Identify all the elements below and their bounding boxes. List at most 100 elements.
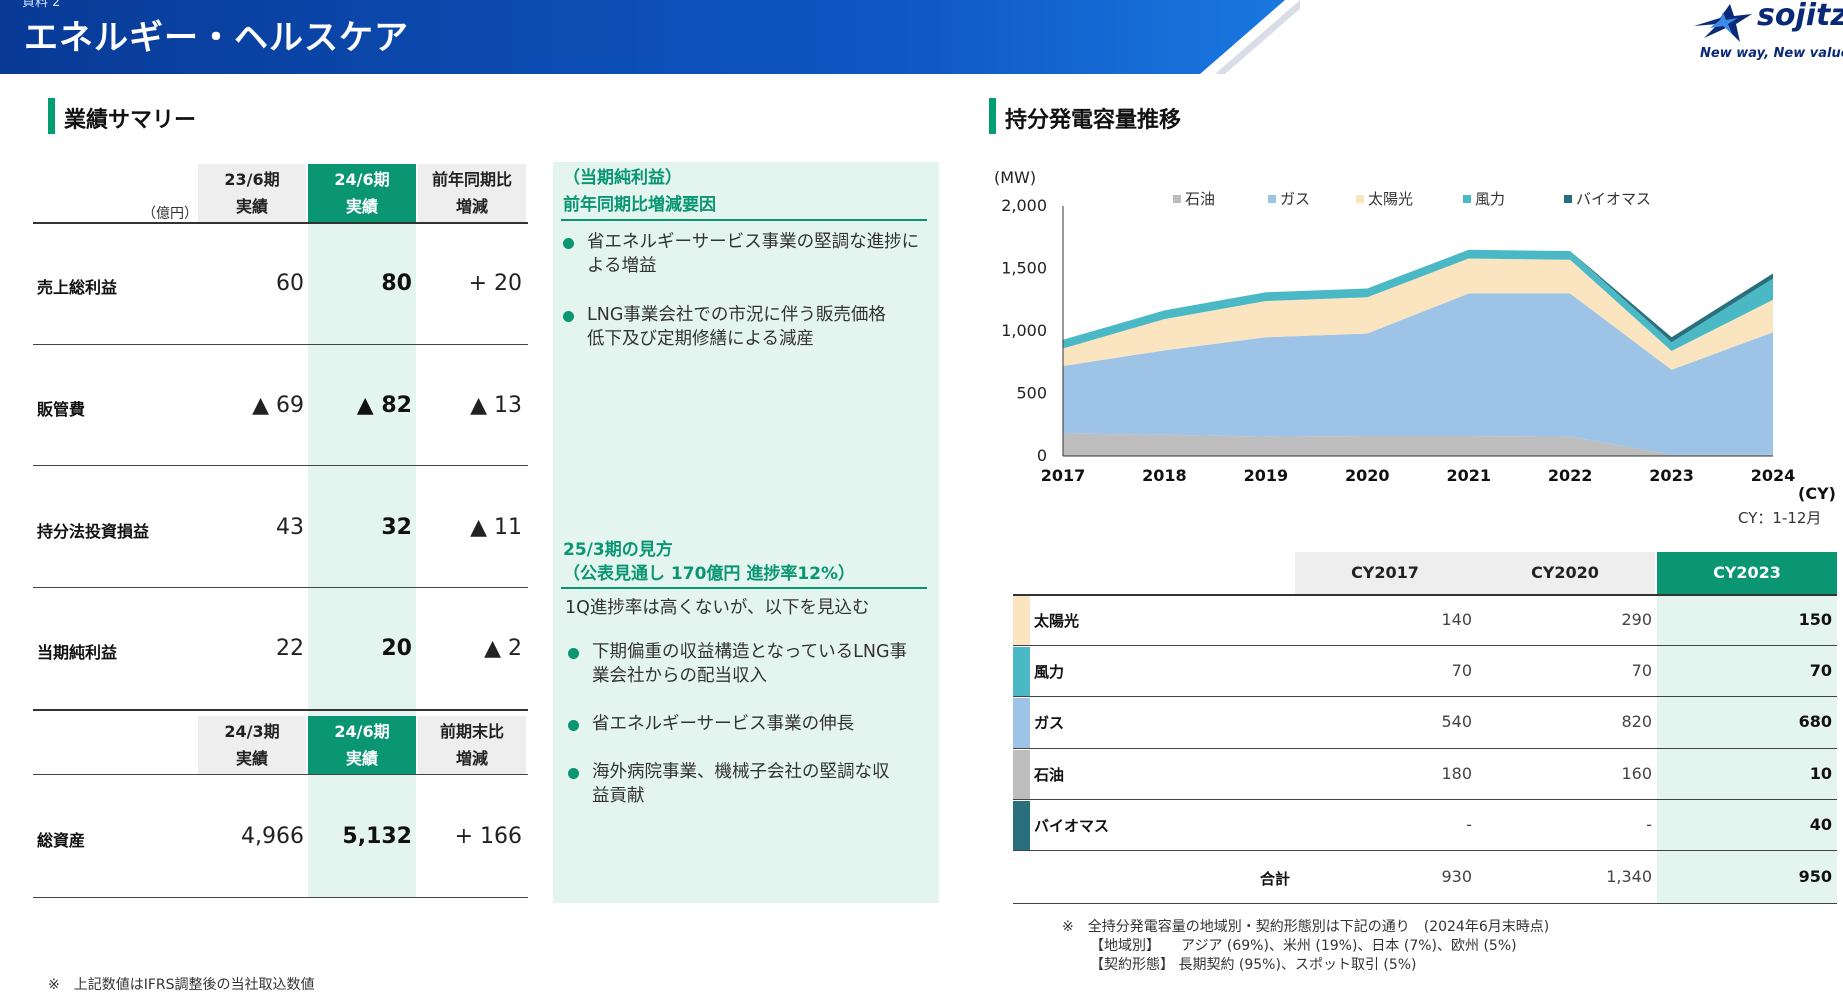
note-line: 【契約形態】 長期契約 (95%)、スポット取引 (5%): [1090, 957, 1417, 973]
current-column-band: [308, 222, 416, 898]
column-header-period-diff: 前期末比 増減: [418, 716, 526, 774]
y-tick-label: 0: [1037, 446, 1047, 465]
category-color-swatch: [1013, 647, 1030, 697]
value-cy2020: 160: [1621, 763, 1652, 783]
x-tick-label: 2018: [1142, 466, 1187, 485]
value-cy2017: 540: [1441, 712, 1472, 732]
y-tick-label: 1,000: [1001, 321, 1047, 340]
x-tick-label: 2024: [1751, 466, 1796, 485]
legend-swatch: [1173, 195, 1181, 203]
category-label: バイオマス: [1034, 816, 1110, 835]
legend-swatch: [1268, 195, 1276, 203]
col-cy2020: CY2020: [1531, 563, 1599, 582]
row-label-gross-profit: 売上総利益: [37, 278, 118, 297]
slide-tag: 資料 2: [22, 0, 61, 10]
comment2-underline: [561, 587, 927, 589]
x-tick-label: 2017: [1041, 466, 1086, 485]
x-tick-label: 2023: [1649, 466, 1694, 485]
note-line: ※ 全持分発電容量の地域別・契約形態別は下記の通り (2024年6月末時点): [1062, 919, 1550, 935]
category-color-swatch: [1013, 800, 1030, 850]
value-diff: ▲ 11: [470, 515, 522, 540]
value-current: 5,132: [342, 824, 412, 849]
value-cy2020: -: [1646, 814, 1652, 834]
row-label-equity-method: 持分法投資損益: [37, 522, 150, 541]
row-divider: [1013, 696, 1837, 698]
summary-heading: 業績サマリー: [64, 108, 197, 133]
category-label: 石油: [1034, 765, 1065, 784]
comment1-title-line1: （当期純利益）: [563, 168, 682, 188]
value-cy2017: 140: [1441, 610, 1472, 629]
category-color-swatch: [1013, 596, 1030, 646]
bullet-icon: [563, 311, 574, 322]
value-diff: ▲ 2: [484, 636, 522, 661]
row-divider: [33, 774, 528, 775]
value-cy2020: 820: [1621, 712, 1652, 732]
row-divider: [1013, 645, 1837, 647]
comment2-title-line1: 25/3期の見方: [563, 540, 673, 560]
comment2-item: 省エネルギーサービス事業の伸長: [592, 714, 855, 734]
category-label: ガス: [1034, 714, 1065, 733]
y-tick-label: 2,000: [1001, 196, 1047, 215]
y-tick-label: 1,500: [1001, 259, 1047, 278]
x-tick-label: 2019: [1244, 466, 1289, 485]
value-diff: ▲ 13: [470, 393, 522, 418]
category-color-swatch: [1013, 749, 1030, 799]
x-tick-label: 2020: [1345, 466, 1390, 485]
value-cy2020: 290: [1621, 610, 1652, 629]
value-cy2017: -: [1466, 814, 1472, 834]
category-label: 太陽光: [1034, 612, 1080, 630]
column-header-current-period: 24/6期 実績: [308, 716, 416, 774]
logo-text: sojitz: [1757, 0, 1843, 33]
value-prev: ▲ 69: [252, 393, 304, 418]
unit-label: （億円）: [142, 206, 198, 222]
summary-footnote: ※ 上記数値はIFRS調整後の当社取込数値: [48, 977, 315, 993]
logo-tagline: New way, New value: [1700, 46, 1843, 61]
total-cy2023: 950: [1798, 867, 1832, 886]
legend-label: 風力: [1475, 190, 1505, 208]
comment2-intro: 1Q進捗率は高くないが、以下を見込む: [565, 598, 870, 618]
category-label: 風力: [1034, 663, 1065, 682]
value-cy2023: 40: [1809, 814, 1832, 834]
value-cy2023: 10: [1809, 763, 1832, 783]
y-axis-unit: (MW): [994, 168, 1036, 187]
category-color-swatch: [1013, 698, 1030, 748]
row-divider: [33, 465, 528, 466]
row-label-net-income: 当期純利益: [37, 643, 118, 662]
capacity-heading: 持分発電容量推移: [1005, 108, 1182, 133]
value-cy2023: 680: [1798, 712, 1832, 732]
legend-label: バイオマス: [1576, 190, 1651, 208]
bullet-icon: [568, 768, 579, 779]
x-axis-unit: (CY): [1798, 484, 1836, 503]
legend-label: ガス: [1280, 190, 1310, 208]
comment2-item: 海外病院事業、機械子会社の堅調な収 益貢献: [592, 762, 890, 806]
row-divider: [1013, 798, 1837, 800]
column-header-current: 24/6期 実績: [308, 164, 416, 222]
legend-swatch: [1356, 195, 1364, 203]
comment1-title-line2: 前年同期比増減要因: [563, 195, 716, 215]
table-header-rule: [33, 222, 528, 224]
row-label-total-assets: 総資産: [37, 831, 86, 850]
note-line: 【地域別】 アジア (69%)、米州 (19%)、日本 (7%)、欧州 (5%): [1090, 938, 1517, 954]
value-prev: 60: [276, 271, 304, 296]
value-current: 20: [381, 636, 412, 661]
col-cy2023: CY2023: [1657, 552, 1837, 594]
capacity-area-chart: 0 500 1,000 1,500 2,000 (MW) 2017 2018 2019 2020 2…: [994, 168, 1836, 503]
x-tick-label: 2022: [1548, 466, 1593, 485]
total-label: 合計: [1260, 870, 1291, 888]
section-accent-bar: [48, 98, 55, 134]
comment2-item: 下期偏重の収益構造となっているLNG事 業会社からの配当収入: [592, 642, 908, 686]
comment1-item: 省エネルギーサービス事業の堅調な進捗に よる増益: [587, 232, 920, 276]
value-cy2017: 180: [1441, 763, 1472, 783]
col-cy2017: CY2017: [1351, 563, 1419, 582]
value-prev: 4,966: [241, 824, 304, 849]
table-bottom-rule: [1013, 903, 1837, 904]
x-tick-label: 2021: [1446, 466, 1491, 485]
legend-swatch: [1463, 195, 1471, 203]
value-cy2023: 70: [1809, 661, 1832, 681]
row-divider: [1013, 850, 1837, 851]
current-column-band: [1657, 595, 1837, 903]
total-cy2020: 1,340: [1606, 867, 1652, 886]
value-cy2020: 70: [1631, 661, 1652, 681]
legend-swatch: [1564, 195, 1572, 203]
value-prev: 43: [276, 515, 304, 540]
